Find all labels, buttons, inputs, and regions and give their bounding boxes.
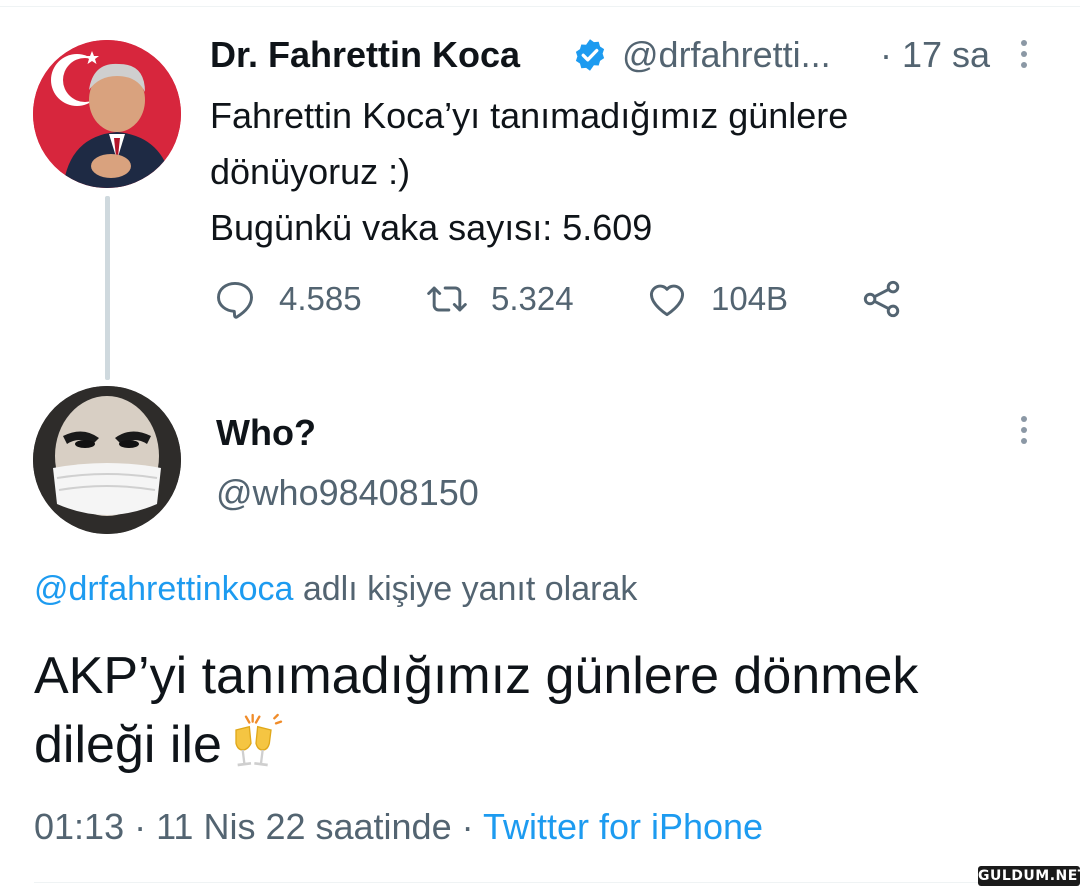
tweet-meta: 01:13 · 11 Nis 22 saatinde · Twitter for… [34,806,763,848]
replying-to-line: @drfahrettinkoca adlı kişiye yanıt olara… [34,570,637,609]
like-button[interactable]: 104B [645,276,788,322]
tweet-text-line: Bugünkü vaka sayısı: 5.609 [210,207,653,248]
replying-to-link[interactable]: @drfahrettinkoca [34,570,293,608]
tweet-time[interactable]: · 17 sa [880,34,990,76]
thread-connector-line [105,196,110,380]
retweet-button[interactable]: 5.324 [425,276,574,322]
author-handle[interactable]: @drfahretti... [622,34,831,76]
author-avatar[interactable] [33,40,181,188]
top-divider [0,6,1080,7]
heart-icon [649,284,685,317]
watermark-logo: GULDUM.NET [978,866,1080,886]
tweet-text-line: Fahrettin Koca’yı tanımadığımız günlere [210,95,849,136]
share-icon [863,280,900,318]
tweet-timestamp[interactable]: 01:13 · 11 Nis 22 saatinde · [34,806,483,847]
retweet-count: 5.324 [491,280,574,317]
replying-to-suffix: adlı kişiye yanıt olarak [293,570,638,608]
author-name[interactable]: Dr. Fahrettin Koca [210,34,520,76]
reply-button[interactable]: 4.585 [213,276,362,322]
more-options-icon[interactable] [1019,36,1029,76]
reply-author-handle[interactable]: @who98408150 [216,472,479,514]
reply-icon [217,281,253,319]
like-count: 104B [711,280,789,317]
share-button[interactable] [860,276,904,322]
reply-author-avatar[interactable] [33,386,181,534]
tweet-text: Fahrettin Koca’yı tanımadığımız günlere … [210,88,1030,256]
more-options-icon[interactable] [1019,412,1029,452]
verified-badge-icon [575,39,605,71]
reply-text-line: dileği ile [34,716,222,774]
tweet-source-link[interactable]: Twitter for iPhone [483,806,763,847]
avatar-portrait-icon [33,40,181,188]
clinking-glasses-icon [235,713,283,767]
reply-count: 4.585 [279,280,362,317]
tweet-text-line: dönüyoruz :) [210,151,411,192]
bottom-divider [34,882,1080,883]
reply-text: AKP’yi tanımadığımız günlere dönmek dile… [34,642,1054,779]
masked-face-icon [33,386,181,534]
reply-text-line: AKP’yi tanımadığımız günlere dönmek [34,647,919,705]
reply-author-name[interactable]: Who? [216,412,316,454]
retweet-icon [427,286,467,312]
